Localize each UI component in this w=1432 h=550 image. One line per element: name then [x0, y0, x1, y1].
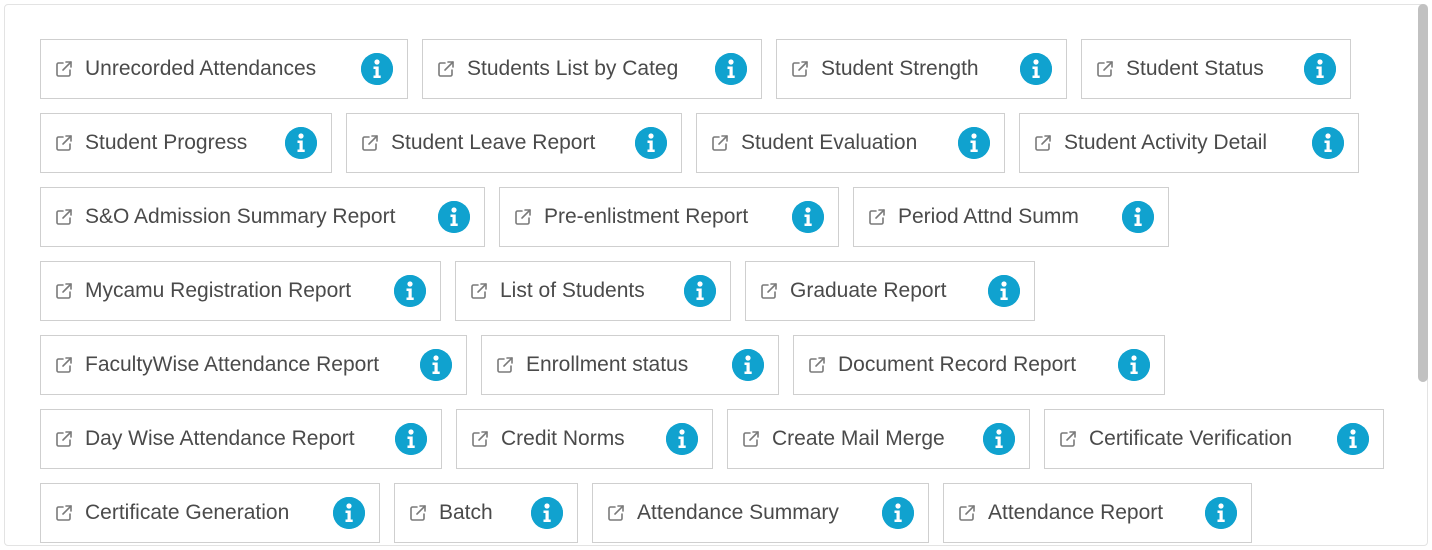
info-icon[interactable] [666, 423, 698, 455]
report-tile-graduate-report[interactable]: Graduate Report [745, 261, 1035, 321]
report-tile-s-o-admission-summary-report[interactable]: S&O Admission Summary Report [40, 187, 485, 247]
report-tile-student-progress[interactable]: Student Progress [40, 113, 332, 173]
external-link-icon [789, 58, 811, 80]
report-tile-day-wise-attendance-report[interactable]: Day Wise Attendance Report [40, 409, 442, 469]
scrollbar-thumb[interactable] [1418, 4, 1428, 382]
report-tile-batch[interactable]: Batch [394, 483, 578, 543]
info-icon[interactable] [394, 275, 426, 307]
report-row: S&O Admission Summary Report Pre-enlistm… [40, 187, 1410, 247]
report-grid: Unrecorded Attendances Students List by … [40, 39, 1410, 545]
report-tile-document-record-report[interactable]: Document Record Report [793, 335, 1165, 395]
external-link-icon [709, 132, 731, 154]
info-icon[interactable] [438, 201, 470, 233]
external-link-icon [435, 58, 457, 80]
info-icon[interactable] [420, 349, 452, 381]
external-link-icon [1094, 58, 1116, 80]
external-link-icon [53, 428, 75, 450]
info-icon[interactable] [1205, 497, 1237, 529]
report-tile-student-strength[interactable]: Student Strength [776, 39, 1067, 99]
report-tile-attendance-report[interactable]: Attendance Report [943, 483, 1252, 543]
report-tile-facultywise-attendance-report[interactable]: FacultyWise Attendance Report [40, 335, 467, 395]
report-tile-certificate-verification[interactable]: Certificate Verification [1044, 409, 1384, 469]
info-icon[interactable] [1122, 201, 1154, 233]
external-link-icon [1032, 132, 1054, 154]
info-icon[interactable] [361, 53, 393, 85]
external-link-icon [53, 206, 75, 228]
report-label: Mycamu Registration Report [85, 279, 352, 302]
report-row: Unrecorded Attendances Students List by … [40, 39, 1410, 99]
info-icon[interactable] [1312, 127, 1344, 159]
info-icon[interactable] [882, 497, 914, 529]
info-icon[interactable] [958, 127, 990, 159]
external-link-icon [53, 354, 75, 376]
report-tile-mycamu-registration-report[interactable]: Mycamu Registration Report [40, 261, 441, 321]
report-tile-list-of-students[interactable]: List of Students [455, 261, 731, 321]
report-tile-student-status[interactable]: Student Status [1081, 39, 1351, 99]
reports-panel: Unrecorded Attendances Students List by … [4, 4, 1428, 546]
info-icon[interactable] [792, 201, 824, 233]
report-label: Day Wise Attendance Report [85, 427, 355, 450]
external-link-icon [468, 280, 490, 302]
external-link-icon [866, 206, 888, 228]
info-icon[interactable] [395, 423, 427, 455]
report-tile-unrecorded-attendances[interactable]: Unrecorded Attendances [40, 39, 408, 99]
external-link-icon [407, 502, 429, 524]
report-row: FacultyWise Attendance Report Enrollment… [40, 335, 1410, 395]
report-tile-attendance-summary[interactable]: Attendance Summary [592, 483, 929, 543]
external-link-icon [53, 280, 75, 302]
report-tile-student-evaluation[interactable]: Student Evaluation [696, 113, 1005, 173]
info-icon[interactable] [531, 497, 563, 529]
report-label: S&O Admission Summary Report [85, 205, 396, 228]
external-link-icon [1057, 428, 1079, 450]
report-tile-student-leave-report[interactable]: Student Leave Report [346, 113, 682, 173]
external-link-icon [494, 354, 516, 376]
info-icon[interactable] [988, 275, 1020, 307]
vertical-scrollbar[interactable] [1418, 4, 1428, 538]
info-icon[interactable] [1020, 53, 1052, 85]
info-icon[interactable] [285, 127, 317, 159]
report-label: Unrecorded Attendances [85, 57, 317, 80]
external-link-icon [605, 502, 627, 524]
external-link-icon [359, 132, 381, 154]
report-tile-student-activity-detail[interactable]: Student Activity Detail [1019, 113, 1359, 173]
info-icon[interactable] [1304, 53, 1336, 85]
report-tile-credit-norms[interactable]: Credit Norms [456, 409, 713, 469]
external-link-icon [758, 280, 780, 302]
external-link-icon [806, 354, 828, 376]
info-icon[interactable] [635, 127, 667, 159]
external-link-icon [469, 428, 491, 450]
info-icon[interactable] [1337, 423, 1369, 455]
info-icon[interactable] [333, 497, 365, 529]
external-link-icon [956, 502, 978, 524]
external-link-icon [512, 206, 534, 228]
report-label: FacultyWise Attendance Report [85, 353, 380, 376]
report-tile-pre-enlistment-report[interactable]: Pre-enlistment Report [499, 187, 839, 247]
external-link-icon [53, 502, 75, 524]
info-icon[interactable] [732, 349, 764, 381]
report-row: Student Progress Student Leave Report St… [40, 113, 1410, 173]
report-row: Mycamu Registration Report List of Stude… [40, 261, 1410, 321]
report-row: Certificate Generation Batch Attendance … [40, 483, 1410, 543]
info-icon[interactable] [684, 275, 716, 307]
report-tile-period-attnd-summ[interactable]: Period Attnd Summ [853, 187, 1169, 247]
report-label: Document Record Report [838, 353, 1077, 376]
report-tile-enrollment-status[interactable]: Enrollment status [481, 335, 779, 395]
report-row: Day Wise Attendance Report Credit Norms … [40, 409, 1410, 469]
report-tile-certificate-generation[interactable]: Certificate Generation [40, 483, 380, 543]
info-icon[interactable] [983, 423, 1015, 455]
external-link-icon [740, 428, 762, 450]
info-icon[interactable] [1118, 349, 1150, 381]
report-tile-create-mail-merge[interactable]: Create Mail Merge [727, 409, 1030, 469]
external-link-icon [53, 132, 75, 154]
external-link-icon [53, 58, 75, 80]
info-icon[interactable] [715, 53, 747, 85]
report-tile-students-list-by-categ[interactable]: Students List by Categ [422, 39, 762, 99]
